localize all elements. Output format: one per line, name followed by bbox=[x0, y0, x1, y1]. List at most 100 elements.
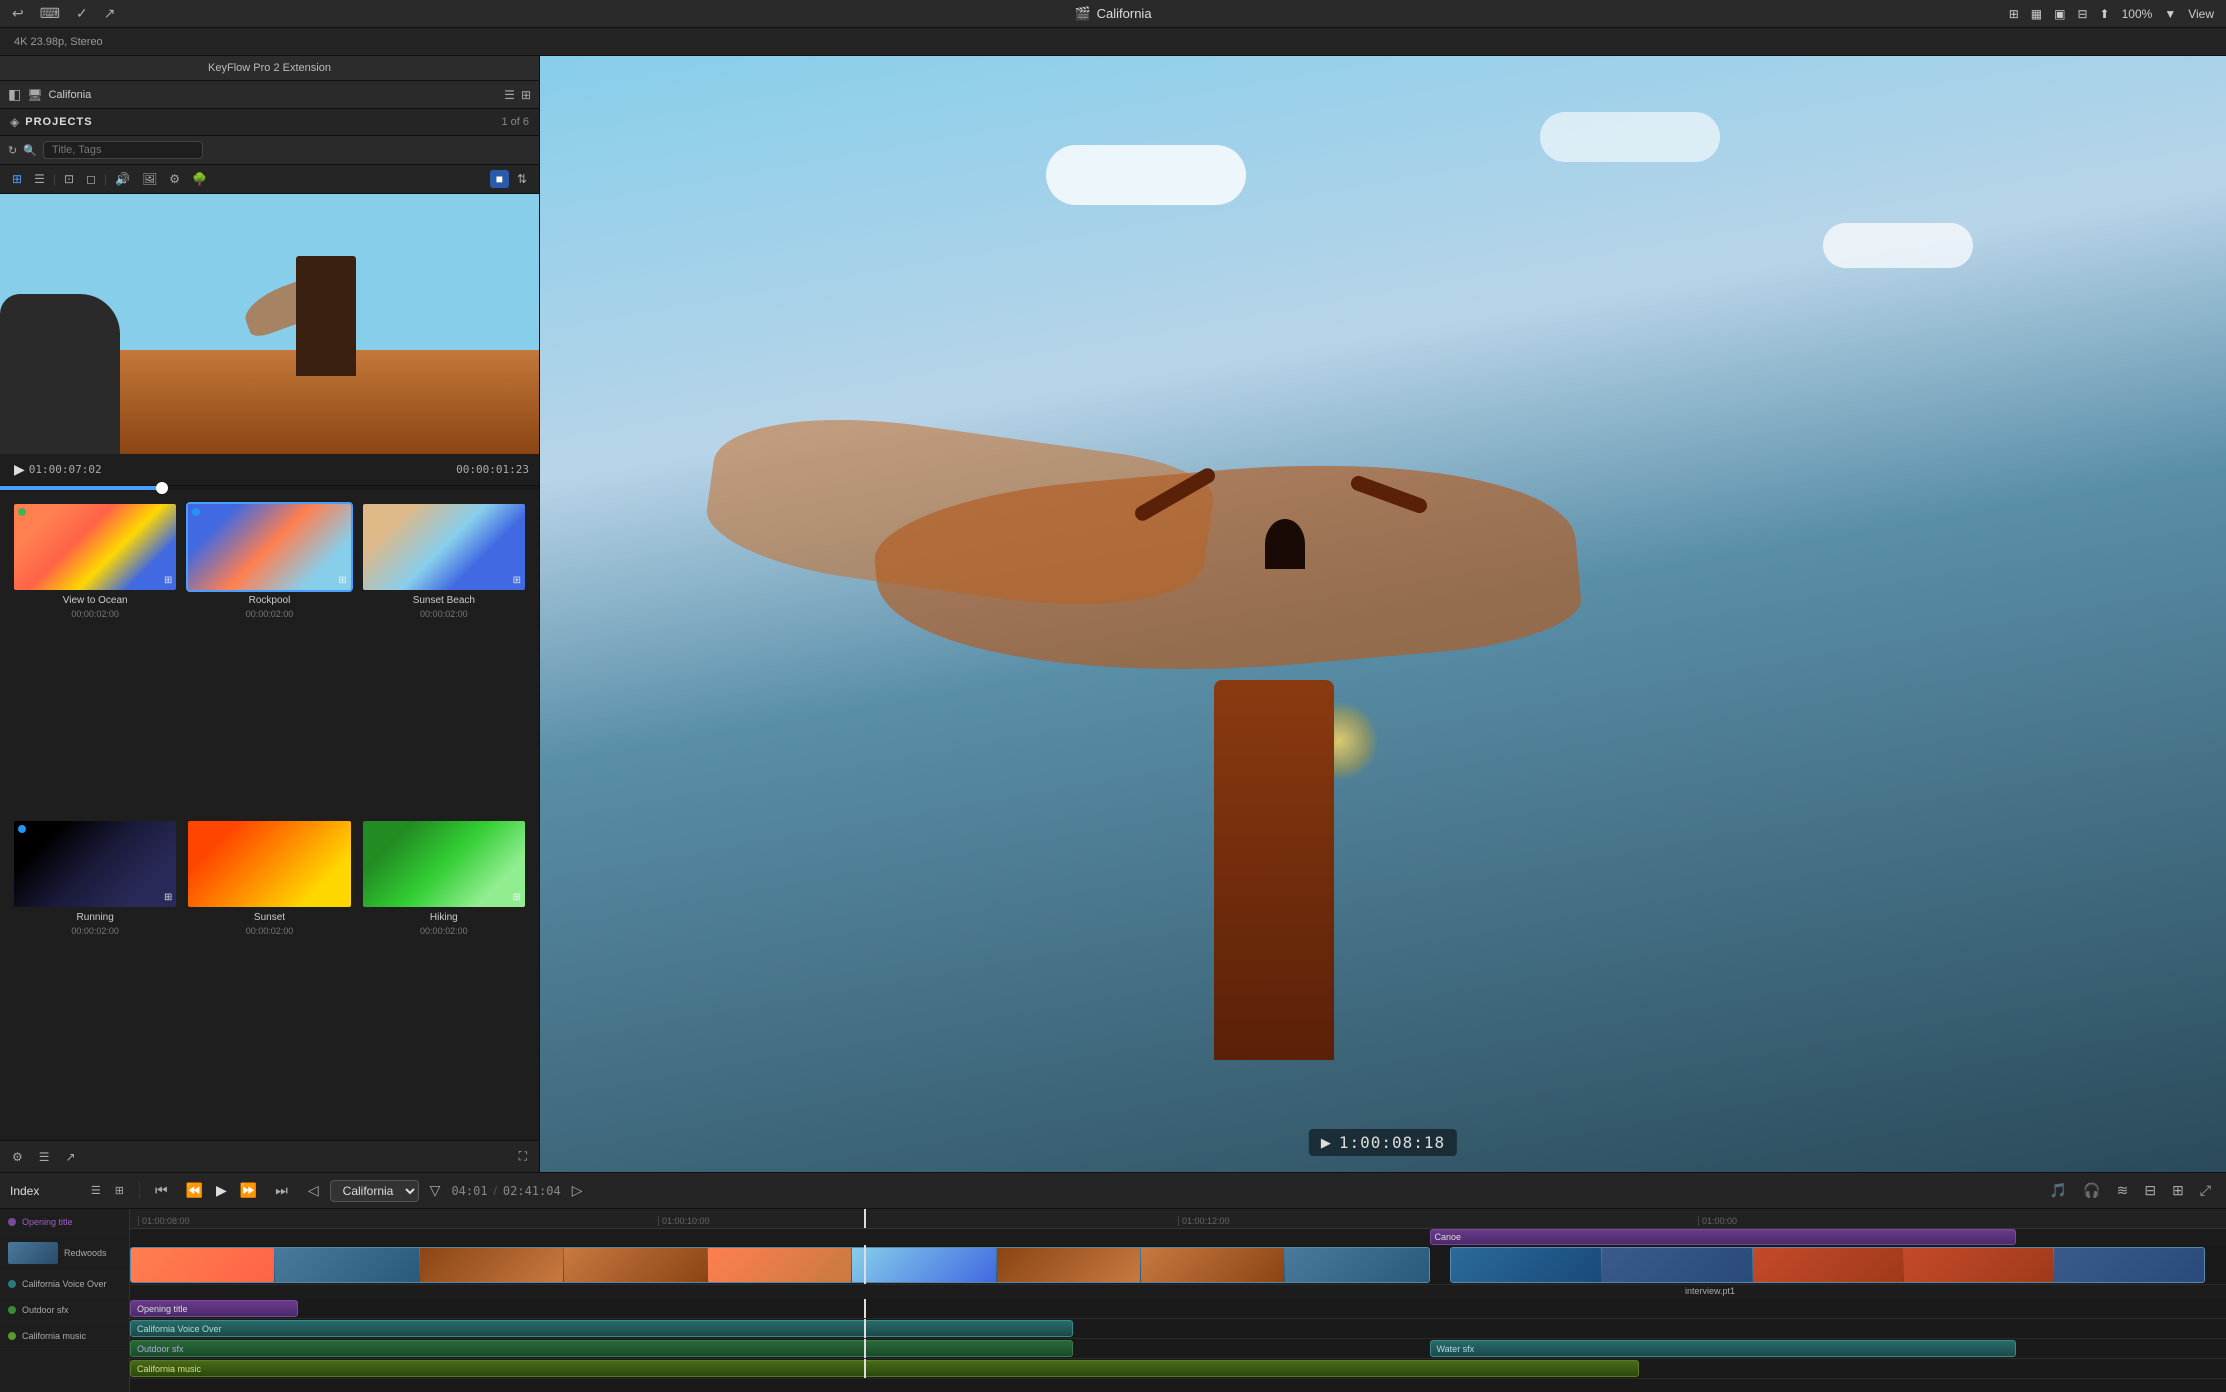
view-icon[interactable]: ▣ bbox=[2054, 7, 2065, 21]
next-btn[interactable]: ⏩ bbox=[235, 1180, 262, 1201]
list-view-btn[interactable]: ☰ bbox=[30, 170, 49, 188]
sort-btn[interactable]: ⇅ bbox=[513, 170, 531, 188]
track-label-music[interactable]: California music bbox=[0, 1323, 129, 1349]
settings2-btn[interactable]: ⚙ bbox=[165, 170, 184, 188]
clip-position-controls: ◁ California ▽ 04:01 / 02:41:04 ▷ bbox=[303, 1180, 588, 1202]
video-clip-main[interactable] bbox=[130, 1247, 1430, 1283]
index-tab-label[interactable]: Index bbox=[10, 1184, 39, 1198]
headphones-btn[interactable]: 🎧 bbox=[2078, 1180, 2105, 1201]
search-input[interactable] bbox=[43, 141, 203, 159]
track-label-sfx[interactable]: Outdoor sfx bbox=[0, 1297, 129, 1323]
outdoor-sfx-clip[interactable]: Outdoor sfx bbox=[130, 1340, 1073, 1357]
clip-thumb-running[interactable]: ⊞ bbox=[12, 819, 178, 909]
go-start-btn[interactable]: ⏮ bbox=[150, 1180, 173, 1201]
fullscreen-btn[interactable]: ⛶ bbox=[515, 1147, 531, 1166]
keyboard-icon[interactable]: ⌨ bbox=[40, 5, 60, 22]
index-list-btn[interactable]: ☰ bbox=[86, 1182, 106, 1199]
divider2: | bbox=[104, 172, 107, 186]
grid-view-btn[interactable]: ⊞ bbox=[8, 170, 26, 188]
undo-icon[interactable]: ↩ bbox=[12, 5, 24, 22]
sidebar-toggle-icon[interactable]: ◧ bbox=[8, 86, 21, 103]
check-icon[interactable]: ✓ bbox=[76, 5, 88, 22]
voiceover-clip[interactable]: California Voice Over bbox=[130, 1320, 1073, 1337]
thumb-size-large-btn[interactable]: ◻ bbox=[82, 170, 100, 188]
clip-name: Sunset bbox=[186, 912, 352, 923]
list-item[interactable]: ⊞ Hiking 00:00:02:00 bbox=[361, 819, 527, 1128]
list-icon[interactable]: ☰ bbox=[504, 88, 515, 102]
blue-view-btn[interactable]: ■ bbox=[490, 170, 509, 188]
list-item[interactable]: Sunset 00:00:02:00 bbox=[186, 819, 352, 1128]
sfx-clip-text: Outdoor sfx bbox=[137, 1344, 184, 1354]
preview-play-btn[interactable]: ▶ bbox=[10, 459, 29, 480]
track-row-video[interactable] bbox=[130, 1245, 2226, 1285]
list-item[interactable]: ⊞ Running 00:00:02:00 bbox=[12, 819, 178, 1128]
progress-bar[interactable] bbox=[0, 486, 539, 490]
track-row-music[interactable]: California music bbox=[130, 1359, 2226, 1379]
music-clip[interactable]: California music bbox=[130, 1360, 1639, 1377]
clip-name: Running bbox=[12, 912, 178, 923]
thumb-size-btn[interactable]: ⊡ bbox=[60, 170, 78, 188]
clip-info-icon: ⊞ bbox=[164, 575, 172, 586]
export2-btn[interactable]: ↗ bbox=[62, 1148, 80, 1166]
clip-thumb-ocean[interactable]: ⊞ bbox=[12, 502, 178, 592]
thumb-1 bbox=[131, 1248, 274, 1282]
track-label-voiceover[interactable]: California Voice Over bbox=[0, 1271, 129, 1297]
keyflow-toolbar: ◧ 🖥 Califonia ☰ ⊞ bbox=[0, 81, 539, 109]
clip-thumb-beach[interactable]: ⊞ bbox=[361, 502, 527, 592]
projects-count: 1 of 6 bbox=[501, 116, 529, 128]
split-btn[interactable]: ⊟ bbox=[2139, 1180, 2161, 1201]
tree-btn[interactable]: 🌳 bbox=[188, 170, 211, 188]
canoe-thumb-strip bbox=[1451, 1248, 2204, 1282]
next-clip-btn[interactable]: ▷ bbox=[567, 1180, 588, 1201]
clip-thumb-hiking[interactable]: ⊞ bbox=[361, 819, 527, 909]
list-item[interactable]: ⊞ View to Ocean 00:00:02:00 bbox=[12, 502, 178, 811]
track-dot-sfx bbox=[8, 1306, 16, 1314]
list-settings-btn[interactable]: ☰ bbox=[35, 1148, 54, 1166]
track-name-music: California music bbox=[22, 1331, 86, 1341]
refresh-icon[interactable]: ↻ bbox=[8, 144, 17, 157]
clapper-icon: 🎬 bbox=[1074, 6, 1090, 22]
track-row-voiceover[interactable]: California Voice Over bbox=[130, 1319, 2226, 1339]
grid-view-icon[interactable]: ⊞ bbox=[521, 88, 531, 102]
track-label-opening[interactable]: Opening title bbox=[0, 1209, 129, 1235]
list-item[interactable]: ⊞ Sunset Beach 00:00:02:00 bbox=[361, 502, 527, 811]
video-clip-canoe[interactable] bbox=[1450, 1247, 2205, 1283]
track-name-voiceover: California Voice Over bbox=[22, 1279, 107, 1289]
expand2-btn[interactable]: ⊞ bbox=[2167, 1180, 2189, 1201]
prev-clip-btn[interactable]: ◁ bbox=[303, 1180, 324, 1201]
waveform-btn[interactable]: ≋ bbox=[2112, 1180, 2134, 1201]
list-item[interactable]: ⊞ Rockpool 00:00:02:00 bbox=[186, 502, 352, 811]
settings-gear-btn[interactable]: ⚙ bbox=[8, 1148, 27, 1166]
clip-thumb-sunset[interactable] bbox=[186, 819, 352, 909]
settings-icon[interactable]: ⊟ bbox=[2077, 7, 2087, 21]
track-label-redwoods[interactable]: Redwoods bbox=[0, 1235, 129, 1271]
expand-btn[interactable]: ▽ bbox=[425, 1180, 446, 1201]
viewer-timecode-bar: ▶ 1:00:08:18 bbox=[1309, 1129, 1457, 1156]
track-row-sfx[interactable]: Outdoor sfx Water sfx bbox=[130, 1339, 2226, 1359]
viewer-play-icon[interactable]: ▶ bbox=[1321, 1135, 1331, 1151]
prev-btn[interactable]: ⏪ bbox=[181, 1180, 208, 1201]
zoom-level[interactable]: 100% bbox=[2122, 7, 2153, 21]
clip-duration: 00:00:02:00 bbox=[186, 609, 352, 619]
layout-icon[interactable]: ▦ bbox=[2031, 7, 2042, 21]
share-icon[interactable]: ↗ bbox=[104, 5, 116, 22]
cloud-1 bbox=[1046, 145, 1246, 205]
clip-selector[interactable]: California bbox=[330, 1180, 419, 1202]
monitor-label: Califonia bbox=[48, 89, 91, 101]
water-sfx-clip[interactable]: Water sfx bbox=[1430, 1340, 2017, 1357]
export-icon[interactable]: ⬆ bbox=[2100, 7, 2110, 21]
audio-btn[interactable]: 🔊 bbox=[111, 170, 134, 188]
progress-handle[interactable] bbox=[156, 482, 168, 494]
clip-thumb-rockpool[interactable]: ⊞ bbox=[186, 502, 352, 592]
timeline-play-btn[interactable]: ▶ bbox=[216, 1182, 227, 1199]
audio-tool-btn[interactable]: 🎵 bbox=[2045, 1180, 2072, 1201]
opening-title-clip[interactable]: Opening title bbox=[130, 1300, 298, 1317]
playhead-music bbox=[864, 1359, 866, 1378]
view-btn[interactable]: View bbox=[2188, 7, 2214, 21]
photo-btn[interactable]: 🖼 bbox=[138, 170, 161, 188]
zoom-fit-btn[interactable]: ⤢ bbox=[2195, 1180, 2216, 1201]
index-grid-btn[interactable]: ⊞ bbox=[110, 1182, 129, 1199]
go-end-btn[interactable]: ⏭ bbox=[270, 1180, 293, 1201]
track-row-opening[interactable]: Opening title bbox=[130, 1299, 2226, 1319]
grid-icon[interactable]: ⊞ bbox=[2009, 7, 2019, 21]
